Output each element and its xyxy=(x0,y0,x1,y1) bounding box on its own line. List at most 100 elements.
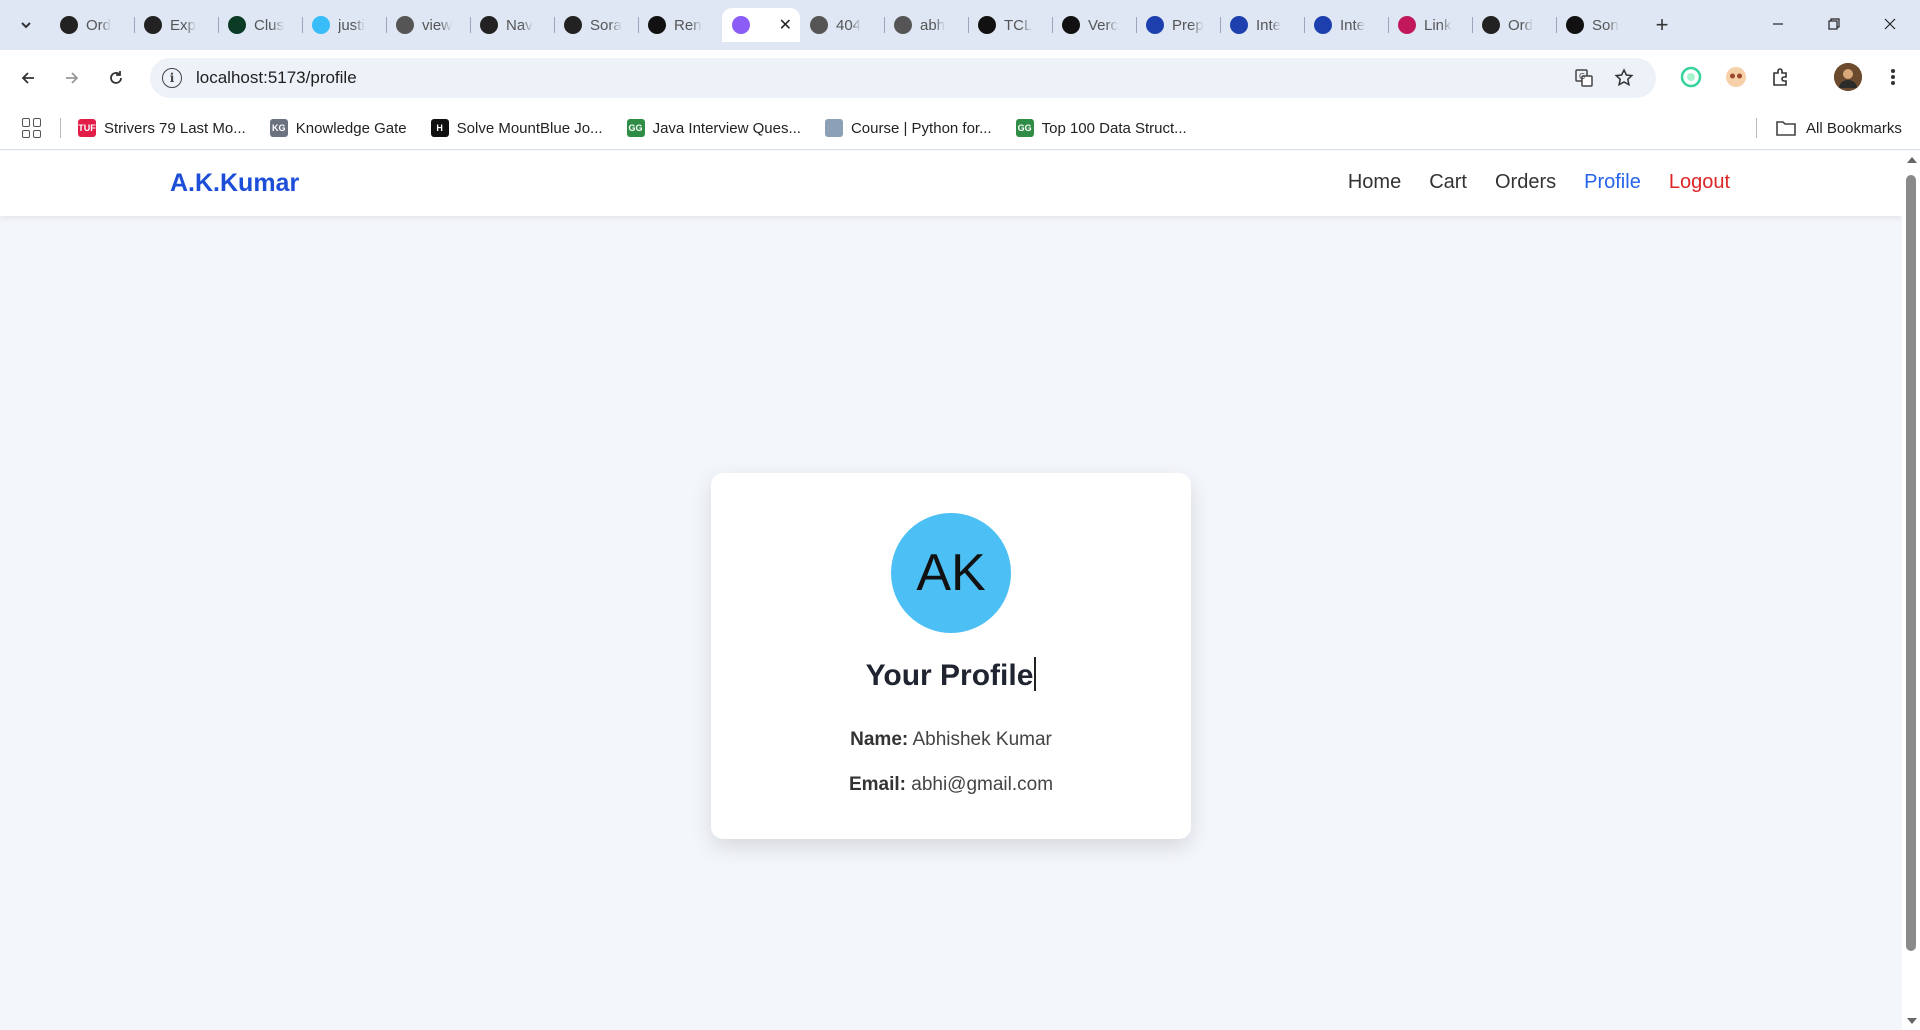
bookmark-item[interactable]: GG Java Interview Ques... xyxy=(626,119,801,137)
tab[interactable]: Inte xyxy=(1220,8,1304,42)
bookmark-list: TUF Strivers 79 Last Mo... KG Knowledge Gat… xyxy=(78,106,1187,150)
tab-title: view xyxy=(422,16,453,34)
tab[interactable]: Sora xyxy=(554,8,638,42)
scroll-down-arrow-icon[interactable] xyxy=(1907,1018,1917,1024)
all-bookmarks-button[interactable]: All Bookmarks xyxy=(1776,106,1902,150)
close-window-button[interactable] xyxy=(1868,8,1912,40)
tab-title: abh xyxy=(920,16,946,34)
globe-icon xyxy=(810,16,828,34)
forward-button[interactable] xyxy=(56,62,88,94)
site-info-icon[interactable]: i xyxy=(162,68,182,88)
tab-title: Ord xyxy=(1508,16,1534,34)
tab-title: Clus xyxy=(254,16,285,34)
tuf-icon: TUF xyxy=(78,119,96,137)
globe-icon xyxy=(894,16,912,34)
globe-icon xyxy=(396,16,414,34)
star-icon[interactable] xyxy=(1612,66,1636,90)
tab[interactable]: TCL xyxy=(968,8,1052,42)
page-scrollbar[interactable] xyxy=(1902,151,1920,1030)
vercel-icon xyxy=(1062,16,1080,34)
tab[interactable]: Exp xyxy=(134,8,218,42)
tab-title: Link xyxy=(1424,16,1452,34)
page-title: Your Profile xyxy=(711,657,1191,693)
bookmark-item[interactable]: TUF Strivers 79 Last Mo... xyxy=(78,119,246,137)
minimize-icon xyxy=(1773,23,1783,25)
tab[interactable]: abh xyxy=(884,8,968,42)
gfg-icon: GG xyxy=(1015,119,1034,137)
tab[interactable]: justi xyxy=(302,8,386,42)
tab[interactable]: Inte xyxy=(1304,8,1388,42)
brand-logo[interactable]: A.K.Kumar xyxy=(170,169,299,198)
tab[interactable]: Nav xyxy=(470,8,554,42)
tab-title: Inte xyxy=(1256,16,1282,34)
kg-icon: KG xyxy=(269,119,288,137)
close-tab-icon[interactable]: ✕ xyxy=(779,15,792,35)
play-icon xyxy=(564,16,582,34)
name-value: Abhishek Kumar xyxy=(912,729,1052,750)
site-navbar: A.K.Kumar Home Cart Orders Profile Logout xyxy=(0,151,1902,216)
restore-icon xyxy=(1828,18,1840,30)
extensions-puzzle-icon[interactable] xyxy=(1768,64,1794,90)
translate-icon[interactable]: G xyxy=(1572,66,1596,90)
extension-avatar-icon[interactable] xyxy=(1723,64,1749,90)
bookmark-label: Knowledge Gate xyxy=(295,119,407,137)
bookmark-item[interactable]: Course | Python for... xyxy=(824,119,992,137)
express-icon xyxy=(144,16,162,34)
bookmark-label: Solve MountBlue Jo... xyxy=(456,119,603,137)
tab-title: Son xyxy=(1592,16,1619,34)
bookmark-item[interactable]: KG Knowledge Gate xyxy=(269,119,407,137)
tab[interactable]: Son xyxy=(1556,8,1640,42)
profile-avatar-icon[interactable] xyxy=(1834,63,1862,91)
render-icon xyxy=(648,16,666,34)
scrollbar-thumb[interactable] xyxy=(1906,175,1916,951)
nav-link-home[interactable]: Home xyxy=(1348,171,1401,194)
tab[interactable]: Verc xyxy=(1052,8,1136,42)
tab[interactable]: view xyxy=(386,8,470,42)
new-tab-button[interactable]: + xyxy=(1648,11,1676,39)
apps-grid-icon[interactable] xyxy=(22,118,42,138)
svg-text:G: G xyxy=(1579,72,1585,81)
address-bar[interactable]: i localhost:5173/profile G xyxy=(150,58,1656,98)
tab[interactable]: 404 xyxy=(800,8,884,42)
nav-link-cart[interactable]: Cart xyxy=(1429,171,1467,194)
tab[interactable]: Link xyxy=(1388,8,1472,42)
arrow-right-icon xyxy=(66,72,79,84)
reload-button[interactable] xyxy=(100,62,132,94)
tab[interactable]: Ren xyxy=(638,8,722,42)
tailwind-icon xyxy=(312,16,330,34)
tab[interactable]: Ord xyxy=(1472,8,1556,42)
arrow-left-icon xyxy=(21,72,34,84)
menu-kebab-icon[interactable] xyxy=(1880,64,1906,90)
minimize-button[interactable] xyxy=(1756,8,1800,40)
tab-title: Prep xyxy=(1172,16,1204,34)
tab[interactable]: Clus xyxy=(218,8,302,42)
back-button[interactable] xyxy=(12,62,44,94)
vite-icon xyxy=(732,16,750,34)
avatar: AK xyxy=(891,513,1011,633)
tab-title: justi xyxy=(338,16,365,34)
tab-title: Inte xyxy=(1340,16,1366,34)
tab[interactable]: Ord xyxy=(50,8,134,42)
scroll-up-arrow-icon[interactable] xyxy=(1907,157,1917,163)
tab-title: Nav xyxy=(506,16,533,34)
browser-toolbar: i localhost:5173/profile G xyxy=(0,50,1920,106)
tab-title: Exp xyxy=(170,16,196,34)
restore-button[interactable] xyxy=(1812,8,1856,40)
tab-search-button[interactable] xyxy=(12,11,40,39)
nav-link-logout[interactable]: Logout xyxy=(1669,171,1730,194)
nav-link-profile[interactable]: Profile xyxy=(1584,171,1641,194)
tab[interactable]: Prep xyxy=(1136,8,1220,42)
tab-title: Ord xyxy=(86,16,112,34)
bookmark-item[interactable]: H Solve MountBlue Jo... xyxy=(430,119,603,137)
url-text[interactable]: localhost:5173/profile xyxy=(196,68,357,88)
nav-link-orders[interactable]: Orders xyxy=(1495,171,1556,194)
openai-icon xyxy=(60,16,78,34)
extension-grammarly-icon[interactable] xyxy=(1678,64,1704,90)
bookmark-item[interactable]: GG Top 100 Data Struct... xyxy=(1015,119,1187,137)
close-icon xyxy=(1884,18,1896,30)
tab-active[interactable]: ✕ xyxy=(722,8,800,42)
bookmarks-bar: TUF Strivers 79 Last Mo... KG Knowledge Gat… xyxy=(0,106,1920,150)
folder-icon xyxy=(1776,121,1796,136)
course-icon xyxy=(824,119,843,137)
email-value: abhi@gmail.com xyxy=(911,774,1054,795)
